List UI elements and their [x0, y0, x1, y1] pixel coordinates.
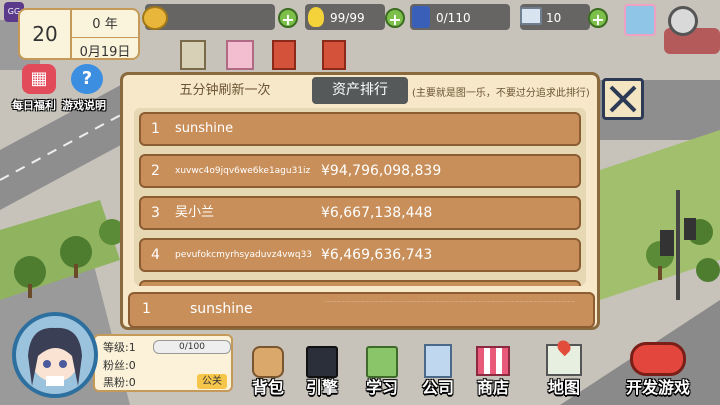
nav-backpack[interactable]: 背包 [246, 340, 290, 400]
ranking-row[interactable] [139, 280, 581, 286]
row-rank: 1 [151, 121, 160, 137]
trophy-banner-icon [322, 40, 346, 70]
nav-label: 开发游戏 [625, 378, 690, 397]
row-rank: 4 [151, 247, 160, 263]
gamepad-icon [630, 342, 686, 376]
nav-label: 商店 [476, 378, 509, 397]
row-value [321, 119, 571, 137]
ranking-row[interactable]: 2 xuvwc4o9jqv6we6ke1agu31iz ¥94,796,098,… [139, 154, 581, 188]
player-stats: 等级:1 0/100 粉丝:0 黑粉:0 公关 [93, 334, 233, 392]
row-name: pevufokcmyrhsyaduvz4vwq33 [175, 250, 313, 260]
ranking-list[interactable]: 1 sunshine 2 xuvwc4o9jqv6we6ke1agu31iz ¥… [134, 108, 586, 286]
nav-label: 学习 [365, 378, 398, 397]
year-label: 0 年 [92, 17, 118, 32]
nav-company[interactable]: 公司 [416, 340, 460, 400]
nav-map[interactable]: 地图 [540, 337, 588, 400]
nav-label: 地图 [547, 378, 580, 397]
nav-label: 引擎 [305, 378, 338, 397]
trophy-banner-icon [272, 40, 296, 70]
game-help-label: 游戏说明 [62, 99, 106, 112]
self-rank: 1 [142, 301, 151, 317]
day-number: 20 [20, 10, 72, 58]
shop-icon [476, 346, 510, 376]
daily-welfare-label: 每日福利 [12, 99, 56, 112]
tab-refresh-info[interactable]: 五分钟刷新一次 [140, 80, 310, 102]
computers-value: 10 [546, 11, 562, 25]
ranking-row[interactable]: 3 吴小兰 ¥6,667,138,448 [139, 196, 581, 230]
avatar-portrait-icon [28, 327, 82, 386]
row-value: ¥6,667,138,448 [321, 205, 433, 221]
row-rank: 3 [151, 205, 160, 221]
row-name: sunshine [175, 121, 234, 136]
level-label: 等级:1 [103, 341, 136, 354]
lightbulb-icon [308, 7, 324, 27]
close-button[interactable] [602, 78, 644, 120]
building-icon [424, 344, 452, 378]
nav-engine[interactable]: 引擎 [300, 340, 344, 400]
money-value [172, 10, 272, 20]
ranking-note: (主要就是图一乐，不要过分追求此排行) [412, 88, 590, 99]
xp-label: 0/100 [179, 342, 205, 352]
row-value: ¥6,469,636,743 [321, 247, 433, 263]
settings-gear-icon[interactable] [668, 6, 698, 36]
computer-icon [520, 7, 542, 25]
xp-bar: 0/100 [153, 340, 231, 354]
nav-shop[interactable]: 商店 [470, 340, 516, 400]
pr-button[interactable]: 公关 [197, 374, 227, 389]
bank-icon [180, 40, 206, 70]
calendar-icon: ▦ [30, 68, 48, 89]
add-money-button[interactable]: + [278, 8, 298, 29]
row-value: ¥94,796,098,839 [321, 163, 442, 179]
date-panel: 20 0 年 0月19日 [18, 8, 140, 60]
self-name: sunshine [190, 301, 253, 317]
add-energy-button[interactable]: + [385, 8, 405, 29]
ranking-row[interactable]: 1 sunshine [139, 112, 581, 146]
row-rank: 2 [151, 163, 160, 179]
fans-icon [412, 6, 430, 28]
add-computer-button[interactable]: + [588, 8, 608, 29]
ranking-row[interactable]: 4 pevufokcmyrhsyaduvz4vwq33 ¥6,469,636,7… [139, 238, 581, 272]
nav-label: 背包 [251, 378, 284, 397]
player-avatar[interactable] [12, 312, 98, 398]
nav-develop-game[interactable]: 开发游戏 [612, 340, 704, 400]
self-ranking-row: 1 sunshine .............................… [128, 292, 595, 328]
month-day-label: 0月19日 [72, 37, 138, 60]
game-help-button[interactable]: ? [71, 64, 103, 94]
tab-asset-ranking[interactable]: 资产排行 [312, 77, 408, 104]
close-icon [609, 85, 637, 113]
self-value-scribble: ........................................… [325, 299, 575, 303]
row-name: xuvwc4o9jqv6we6ke1agu31iz [175, 166, 311, 176]
daily-welfare-button[interactable]: ▦ [22, 64, 56, 94]
energy-value: 99/99 [330, 11, 365, 25]
nav-study[interactable]: 学习 [360, 340, 404, 400]
fans-value: 0/110 [436, 11, 471, 25]
fans-label: 粉丝:0 [103, 359, 136, 372]
gift-icon[interactable] [624, 4, 656, 36]
nav-label: 公司 [421, 378, 454, 397]
chart-icon [226, 40, 254, 70]
haters-label: 黑粉:0 [103, 376, 136, 389]
row-name: 吴小兰 [175, 205, 215, 220]
question-icon: ? [81, 68, 93, 89]
coins-icon [142, 6, 168, 30]
